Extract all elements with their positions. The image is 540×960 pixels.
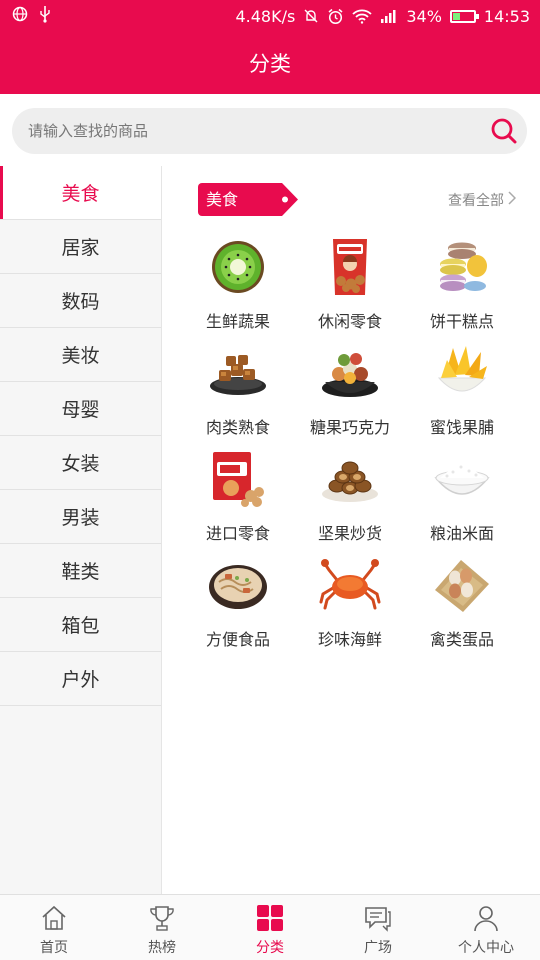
- view-all-link[interactable]: 查看全部: [448, 190, 517, 210]
- dried-mango-icon: [437, 346, 487, 392]
- search-icon[interactable]: [489, 116, 519, 146]
- app-header: 分类: [0, 32, 540, 94]
- nav-category[interactable]: 分类: [216, 895, 324, 960]
- category-item-label: 糖果巧克力: [309, 418, 390, 437]
- app-root: 4.48K/s 34% 14:53 分类 请输入查找的商品 美食 居家 数码 美…: [0, 0, 540, 960]
- category-item-label: 禽类蛋品: [429, 630, 494, 649]
- home-icon: [42, 905, 66, 930]
- person-icon: [474, 906, 498, 932]
- rice-bowl-icon: [434, 465, 490, 495]
- candy-bowl-icon: [322, 353, 378, 397]
- category-item-label: 方便食品: [205, 630, 270, 649]
- sidebar-item-outdoor[interactable]: 户外: [0, 652, 161, 706]
- noodle-bowl-icon: [209, 565, 267, 609]
- sidebar-item-digital[interactable]: 数码: [0, 274, 161, 328]
- nav-home[interactable]: 首页: [0, 895, 108, 960]
- sidebar-item-label: 女装: [61, 453, 100, 475]
- sidebar-item-label: 美食: [61, 183, 100, 205]
- nav-square[interactable]: 广场: [324, 895, 432, 960]
- mute-icon: [303, 8, 319, 24]
- trophy-icon: [150, 906, 174, 931]
- category-item-imported[interactable]: 进口零食: [182, 442, 294, 548]
- nav-trending-label: 热榜: [148, 940, 176, 956]
- category-content: 美食 查看全部 生鲜蔬果 休闲零食 饼干糕点 肉类熟食 糖果巧克力 蜜饯果脯 进…: [162, 166, 540, 894]
- category-item-grain-oil[interactable]: 粮油米面: [406, 442, 518, 548]
- nav-profile[interactable]: 个人中心: [432, 895, 540, 960]
- sidebar-item-beauty[interactable]: 美妆: [0, 328, 161, 382]
- search-box[interactable]: [12, 108, 527, 154]
- category-item-label: 进口零食: [205, 524, 270, 543]
- network-speed: 4.48K/s: [235, 6, 296, 26]
- sidebar-item-label: 美妆: [61, 345, 100, 367]
- globe-icon: [12, 6, 28, 26]
- category-item-instant-food[interactable]: 方便食品: [182, 548, 294, 654]
- usb-icon: [38, 5, 52, 27]
- alarm-icon: [327, 8, 344, 25]
- chevron-right-icon: [508, 191, 517, 209]
- nav-profile-label: 个人中心: [458, 940, 514, 956]
- view-all-label: 查看全部: [448, 193, 504, 209]
- category-item-label: 生鲜蔬果: [205, 312, 270, 331]
- bottom-nav: 首页 热榜 分类 广场 个人中心: [0, 894, 540, 960]
- search-input[interactable]: [28, 122, 468, 140]
- category-item-label: 肉类熟食: [205, 418, 270, 437]
- battery-icon: [449, 9, 479, 23]
- nav-category-label: 分类: [256, 940, 284, 956]
- nav-home-label: 首页: [40, 940, 68, 956]
- category-item-label: 坚果炒货: [317, 524, 382, 543]
- sidebar-item-label: 户外: [61, 669, 100, 691]
- sidebar-item-food[interactable]: 美食: [0, 166, 161, 220]
- category-sidebar: 美食 居家 数码 美妆 母婴 女装 男装 鞋类 箱包 户外: [0, 166, 162, 894]
- search-bar: [0, 94, 540, 166]
- chat-icon: [365, 907, 391, 932]
- section-tag-label: 美食: [206, 190, 239, 209]
- nav-trending[interactable]: 热榜: [108, 895, 216, 960]
- eggs-icon: [435, 560, 489, 612]
- kiwi-icon: [212, 241, 264, 293]
- sidebar-item-label: 母婴: [61, 399, 100, 421]
- product-grid: 生鲜蔬果 休闲零食 饼干糕点 肉类熟食 糖果巧克力 蜜饯果脯 进口零食 坚果炒货…: [182, 230, 518, 654]
- category-item-label: 休闲零食: [317, 312, 382, 331]
- sidebar-item-label: 居家: [61, 237, 100, 259]
- macaron-icon: [440, 242, 487, 291]
- category-item-label: 粮油米面: [429, 524, 494, 543]
- crab-icon: [319, 559, 381, 610]
- sidebar-item-label: 男装: [61, 507, 100, 529]
- snack-bag-icon: [333, 239, 367, 295]
- category-item-nuts[interactable]: 坚果炒货: [294, 442, 406, 548]
- category-item-label: 饼干糕点: [429, 312, 494, 331]
- sidebar-item-women[interactable]: 女装: [0, 436, 161, 490]
- category-item-snacks[interactable]: 休闲零食: [294, 230, 406, 336]
- meat-bowl-icon: [210, 355, 266, 395]
- category-item-eggs[interactable]: 禽类蛋品: [406, 548, 518, 654]
- category-item-candy[interactable]: 糖果巧克力: [294, 336, 406, 442]
- category-item-preserved-fruit[interactable]: 蜜饯果脯: [406, 336, 518, 442]
- section-tag: 美食: [198, 183, 298, 216]
- cereal-box-icon: [213, 452, 264, 507]
- category-item-label: 蜜饯果脯: [429, 418, 494, 437]
- category-item-label: 珍味海鲜: [317, 630, 382, 649]
- sidebar-item-label: 鞋类: [61, 561, 100, 583]
- sidebar-item-bags[interactable]: 箱包: [0, 598, 161, 652]
- grid-icon: [257, 905, 283, 931]
- wifi-icon: [352, 8, 372, 24]
- category-item-fresh-fruit[interactable]: 生鲜蔬果: [182, 230, 294, 336]
- signal-icon: [380, 9, 398, 23]
- sidebar-item-shoes[interactable]: 鞋类: [0, 544, 161, 598]
- category-item-seafood[interactable]: 珍味海鲜: [294, 548, 406, 654]
- nav-square-label: 广场: [364, 940, 392, 956]
- sidebar-item-home[interactable]: 居家: [0, 220, 161, 274]
- sidebar-item-men[interactable]: 男装: [0, 490, 161, 544]
- sidebar-item-label: 箱包: [61, 615, 100, 637]
- status-bar: 4.48K/s 34% 14:53: [0, 0, 540, 32]
- category-item-cooked-meat[interactable]: 肉类熟食: [182, 336, 294, 442]
- page-title: 分类: [249, 52, 291, 76]
- nuts-plate-icon: [322, 461, 378, 502]
- battery-percent: 34%: [406, 6, 442, 26]
- clock: 14:53: [483, 6, 530, 26]
- sidebar-item-label: 数码: [61, 291, 100, 313]
- category-item-biscuits[interactable]: 饼干糕点: [406, 230, 518, 336]
- sidebar-item-baby[interactable]: 母婴: [0, 382, 161, 436]
